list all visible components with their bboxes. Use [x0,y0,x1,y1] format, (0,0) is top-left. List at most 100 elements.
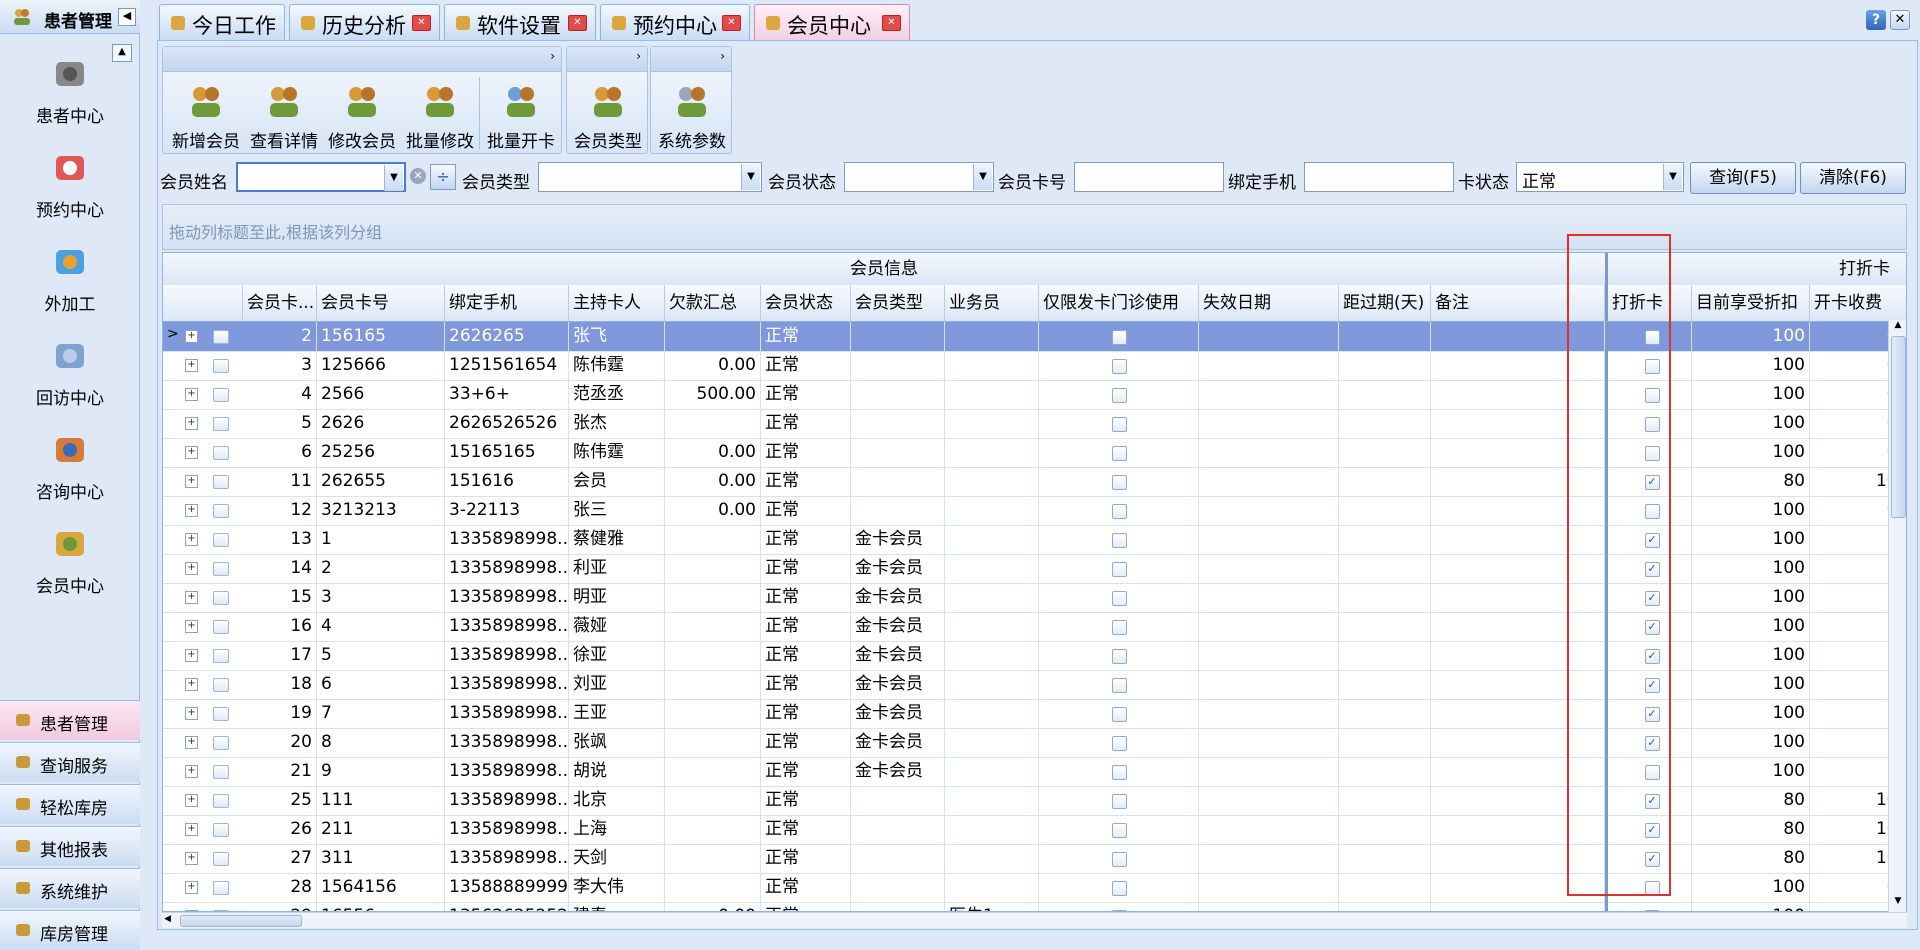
expand-row-icon[interactable]: + [185,852,198,865]
member-status-select[interactable]: ▼ [844,162,994,192]
nav-item-1[interactable]: 患者中心 [0,40,140,134]
clinic-only-checkbox[interactable] [1112,446,1127,461]
clinic-only-checkbox[interactable] [1112,388,1127,403]
column-header-9[interactable]: 仅限发卡门诊使用 [1039,285,1199,321]
member-status-dropdown-icon[interactable]: ▼ [973,164,992,190]
nav-item-2[interactable]: 预约中心 [0,134,140,228]
ribbon-button-2[interactable]: 查看详情 [245,77,323,153]
member-name-dropdown-icon[interactable]: ▼ [384,165,403,191]
ribbon-button-3[interactable]: 修改会员 [323,77,401,153]
help-icon[interactable]: ? [1866,10,1886,30]
expand-row-icon[interactable]: + [185,765,198,778]
clinic-only-checkbox[interactable] [1112,620,1127,635]
row-detail-icon[interactable] [213,823,229,837]
column-header-7[interactable]: 会员类型 [851,285,945,321]
close-tab-icon[interactable]: ✕ [882,15,901,31]
expand-row-icon[interactable]: + [185,649,198,662]
column-header-15[interactable]: 开卡收费 [1810,285,1906,321]
clinic-only-checkbox[interactable] [1112,678,1127,693]
row-detail-icon[interactable] [213,707,229,721]
horizontal-scroll-thumb[interactable] [180,915,302,927]
expand-row-icon[interactable]: + [185,388,198,401]
column-header-10[interactable]: 失效日期 [1199,285,1339,321]
ribbon-button-5[interactable]: 批量开卡 [483,77,559,153]
grid-vertical-scrollbar[interactable]: ▲ ▼ [1888,320,1906,912]
clinic-only-checkbox[interactable] [1112,359,1127,374]
row-detail-icon[interactable] [213,562,229,576]
query-button[interactable]: 查询(F5) [1690,162,1796,194]
ribbon-button-7[interactable]: 系统参数 [653,77,731,153]
nav-section-2[interactable]: 查询服务 [0,742,140,782]
clinic-only-checkbox[interactable] [1112,591,1127,606]
row-detail-icon[interactable] [213,475,229,489]
row-detail-icon[interactable] [213,881,229,895]
scroll-down-arrow-icon[interactable]: ▼ [1891,896,1905,910]
name-picker-button[interactable]: ÷ [430,164,456,190]
close-tab-icon[interactable]: ✕ [412,15,431,31]
nav-section-4[interactable]: 其他报表 [0,826,140,866]
clinic-only-checkbox[interactable] [1112,852,1127,867]
clinic-only-checkbox[interactable] [1112,794,1127,809]
row-detail-icon[interactable] [213,330,229,344]
member-card-input[interactable] [1074,162,1224,192]
row-detail-icon[interactable] [213,533,229,547]
row-detail-icon[interactable] [213,678,229,692]
tab-1[interactable]: 今日工作 [159,4,285,40]
nav-item-3[interactable]: 外加工 [0,228,140,322]
nav-item-6[interactable]: 会员中心 [0,510,140,604]
expand-row-icon[interactable]: + [185,417,198,430]
expand-row-icon[interactable]: + [185,620,198,633]
bound-phone-input[interactable] [1304,162,1454,192]
column-header-2[interactable]: 会员卡号 [317,285,445,321]
column-header-8[interactable]: 业务员 [945,285,1039,321]
tab-3[interactable]: 软件设置 ✕ [444,4,596,40]
expand-row-icon[interactable]: + [185,475,198,488]
row-detail-icon[interactable] [213,765,229,779]
clinic-only-checkbox[interactable] [1112,765,1127,780]
clinic-only-checkbox[interactable] [1112,649,1127,664]
clinic-only-checkbox[interactable] [1112,330,1127,345]
row-detail-icon[interactable] [213,504,229,518]
member-type-select[interactable]: ▼ [538,162,762,192]
ribbon-button-6[interactable]: 会员类型 [569,77,647,153]
column-header-5[interactable]: 欠款汇总 [665,285,761,321]
column-header-14[interactable]: 目前享受折扣 [1692,285,1810,321]
member-type-dropdown-icon[interactable]: ▼ [741,164,760,190]
ribbon-button-4[interactable]: 批量修改 [401,77,479,153]
scroll-left-arrow-icon[interactable]: ◀ [164,914,171,924]
close-tab-icon[interactable]: ✕ [568,15,587,31]
clinic-only-checkbox[interactable] [1112,562,1127,577]
clear-button[interactable]: 清除(F6) [1800,162,1906,194]
nav-section-3[interactable]: 轻松库房 [0,784,140,824]
clinic-only-checkbox[interactable] [1112,707,1127,722]
vertical-scroll-thumb[interactable] [1891,336,1906,518]
clinic-only-checkbox[interactable] [1112,823,1127,838]
column-header-11[interactable]: 距过期(天) [1339,285,1431,321]
member-name-input[interactable]: ▼ [236,162,406,192]
tab-5[interactable]: 会员中心 ✕ [754,4,910,40]
expand-row-icon[interactable]: + [185,562,198,575]
card-status-dropdown-icon[interactable]: ▼ [1663,164,1682,190]
expand-row-icon[interactable]: + [185,591,198,604]
row-detail-icon[interactable] [213,794,229,808]
row-detail-icon[interactable] [213,417,229,431]
clinic-only-checkbox[interactable] [1112,504,1127,519]
row-detail-icon[interactable] [213,649,229,663]
row-detail-icon[interactable] [213,852,229,866]
expand-row-icon[interactable]: + [185,707,198,720]
tab-2[interactable]: 历史分析 ✕ [289,4,440,40]
nav-section-6[interactable]: 库房管理 [0,910,140,950]
card-status-select[interactable]: 正常 ▼ [1516,162,1684,192]
expand-row-icon[interactable]: + [185,881,198,894]
scroll-up-arrow-icon[interactable]: ▲ [1891,320,1905,334]
close-tab-icon[interactable]: ✕ [722,15,741,31]
expand-row-icon[interactable]: + [185,736,198,749]
nav-section-1[interactable]: 患者管理 [0,700,140,740]
row-detail-icon[interactable] [213,591,229,605]
expand-row-icon[interactable]: + [185,504,198,517]
row-detail-icon[interactable] [213,620,229,634]
table-row[interactable]: +291655613562625252建春0.00正常医生11000 [163,902,1906,911]
nav-section-5[interactable]: 系统维护 [0,868,140,908]
row-detail-icon[interactable] [213,388,229,402]
expand-row-icon[interactable]: + [185,330,198,343]
